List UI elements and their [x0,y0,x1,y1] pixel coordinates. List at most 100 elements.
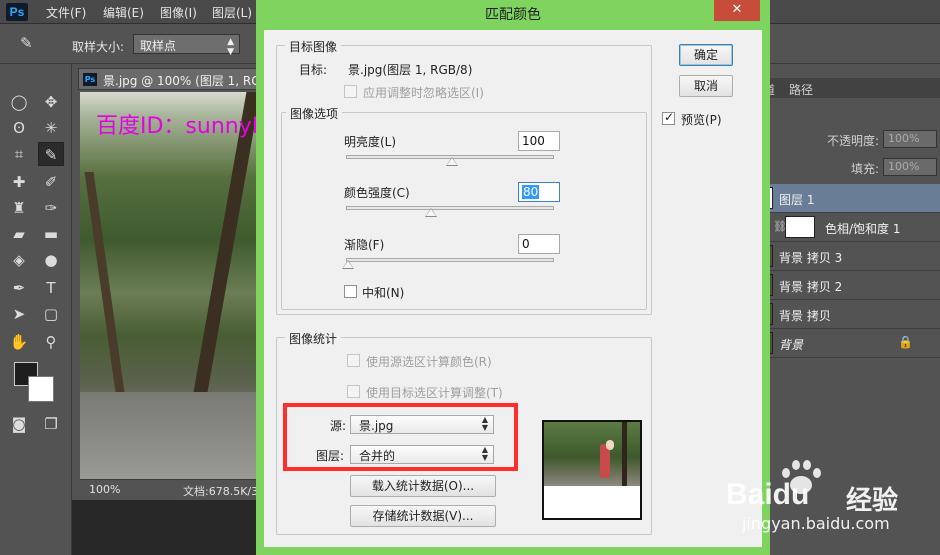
hand-icon[interactable]: ✋ [6,330,32,354]
use-target-selection-label: 使用目标选区计算调整(T) [366,386,503,400]
color-intensity-label: 颜色强度(C) [344,186,410,200]
target-image-group: 目标图像 目标: 景.jpg(图层 1, RGB/8) 应用调整时忽略选区(I)… [276,38,652,315]
close-icon[interactable]: ✕ [714,0,760,21]
opacity-field[interactable]: 100% [883,130,937,148]
ignore-selection-label: 应用调整时忽略选区(I) [363,86,484,100]
quick-mask-icon[interactable]: ◙ [6,412,32,436]
history-brush-icon[interactable]: ✑ [38,196,64,220]
menu-layer[interactable]: 图层(L) [212,4,252,21]
shape-icon[interactable]: ▢ [38,302,64,326]
thumbnail-tree [622,422,627,486]
pen-icon[interactable]: ✒ [6,276,32,300]
fill-row: 填充: 100% [743,156,940,180]
fill-field[interactable]: 100% [883,158,937,176]
layer-row[interactable]: 背景 🔒 [743,329,940,358]
path-select-icon[interactable]: ➤ [6,302,32,326]
select-arrows-icon: ▲ ▼ [227,37,234,57]
use-target-selection-checkbox[interactable] [347,385,360,398]
layer-row[interactable]: 背景 拷贝 2 [743,271,940,300]
neutralize-label: 中和(N) [362,286,405,300]
move-icon[interactable]: ✥ [38,90,64,114]
marquee-icon[interactable]: ◯ [6,90,32,114]
fade-label: 渐隐(F) [344,238,385,252]
menu-file[interactable]: 文件(F) [46,4,86,21]
layer-name: 色相/饱和度 1 [825,222,901,236]
lock-icon: 🔒 [898,335,913,349]
eyedropper-tool-icon[interactable]: ✎ [38,142,64,166]
preview-checkbox[interactable] [662,110,675,125]
fill-label: 填充: [851,162,880,176]
layer-row[interactable]: 背景 拷贝 3 [743,242,940,271]
color-intensity-input[interactable]: 80 [518,182,560,202]
menu-image[interactable]: 图像(I) [160,4,197,21]
eyedropper-icon[interactable]: ✎ [20,34,42,54]
document-tab-title: 景.jpg @ 100% (图层 1, RGB/ [103,74,263,88]
tools-panel: ◯ ✥ ʘ ✳ ⌗ ✎ ✚ ✐ ♜ ✑ ▰ ▬ ◈ ● ✒ T ➤ ▢ ✋ ⚲ … [0,64,72,555]
gradient-icon[interactable]: ▬ [38,222,64,246]
save-statistics-button[interactable]: 存储统计数据(V)... [350,505,496,527]
brush-icon[interactable]: ✐ [38,170,64,194]
image-statistics-legend: 图像统计 [285,330,342,347]
layer-row[interactable]: 背景 拷贝 [743,300,940,329]
highlight-annotation [283,403,518,471]
screen-mode-icon[interactable]: ❐ [38,412,64,436]
layer-name: 背景 拷贝 [779,309,831,323]
load-statistics-button[interactable]: 载入统计数据(O)... [350,475,496,497]
fade-input[interactable]: 0 [518,234,560,254]
baidu-experience-text: 经验 [846,486,899,516]
lasso-icon[interactable]: ʘ [6,116,32,140]
baidu-url: jingyan.baidu.com [742,514,890,533]
neutralize-checkbox[interactable] [344,285,357,298]
document-tab[interactable]: Ps 景.jpg @ 100% (图层 1, RGB/ [78,68,263,90]
layer-row[interactable]: 图层 1 [743,184,940,213]
fade-slider-track[interactable] [346,258,554,262]
target-label: 目标: [299,63,328,77]
color-intensity-value: 80 [522,185,540,199]
document-canvas[interactable] [80,92,262,479]
layer-name: 背景 拷贝 2 [779,280,843,294]
layer-name: 背景 拷贝 3 [779,251,843,265]
baidu-logo-text: Baidu [726,478,810,511]
preview-label: 预览(P) [681,113,722,127]
color-intensity-slider-track[interactable] [346,206,554,210]
dialog-body: 确定 取消 预览(P) 目标图像 目标: 景.jpg(图层 1, RGB/8) … [264,30,762,547]
ps-file-icon: Ps [83,73,97,86]
tab-paths[interactable]: 路径 [789,81,813,98]
menu-edit[interactable]: 编辑(E) [103,4,144,21]
luminance-label: 明亮度(L) [344,135,397,149]
color-intensity-slider-thumb[interactable] [425,208,437,217]
magic-wand-icon[interactable]: ✳ [38,116,64,140]
sample-size-value: 取样点 [140,39,177,53]
layer-name: 背景 [779,338,804,352]
fade-slider-thumb[interactable] [342,260,354,269]
zoom-level: 100% [89,483,121,496]
blur-icon[interactable]: ◈ [6,248,32,272]
crop-icon[interactable]: ⌗ [6,142,32,166]
luminance-input[interactable]: 100 [518,131,560,151]
photoshop-logo: Ps [6,3,28,21]
eraser-icon[interactable]: ▰ [6,222,32,246]
dialog-title: 匹配颜色 [485,7,541,23]
use-source-selection-checkbox[interactable] [347,354,360,367]
ignore-selection-checkbox[interactable] [344,85,357,98]
type-icon[interactable]: T [38,276,64,300]
dodge-icon[interactable]: ● [38,248,64,272]
target-image-legend: 目标图像 [285,38,342,55]
luminance-slider-thumb[interactable] [446,157,458,166]
layer-row[interactable]: ⛓ 色相/饱和度 1 [743,213,940,242]
healing-brush-icon[interactable]: ✚ [6,170,32,194]
panel-tabs: 通道 路径 [743,78,940,98]
layer-name: 图层 1 [779,193,815,207]
source-thumbnail [542,420,642,520]
background-color-swatch[interactable] [28,376,54,402]
status-bar: 100% 文档:678.5K/3 [80,479,262,499]
sample-size-select[interactable]: 取样点 ▲ ▼ [133,34,240,57]
baidu-watermark: Baidu 经验 jingyan.baidu.com [726,456,940,555]
clone-stamp-icon[interactable]: ♜ [6,196,32,220]
ok-button[interactable]: 确定 [679,44,733,66]
image-options-group: 图像选项 明亮度(L) 100 颜色强度(C) 80 渐隐(F) 0 中和(N) [281,105,647,310]
tree-trunk [84,172,125,392]
cancel-button[interactable]: 取消 [679,75,733,97]
zoom-icon[interactable]: ⚲ [38,330,64,354]
match-color-dialog: 匹配颜色 ✕ 确定 取消 预览(P) 目标图像 目标: 景.jpg(图层 1, … [256,0,770,555]
